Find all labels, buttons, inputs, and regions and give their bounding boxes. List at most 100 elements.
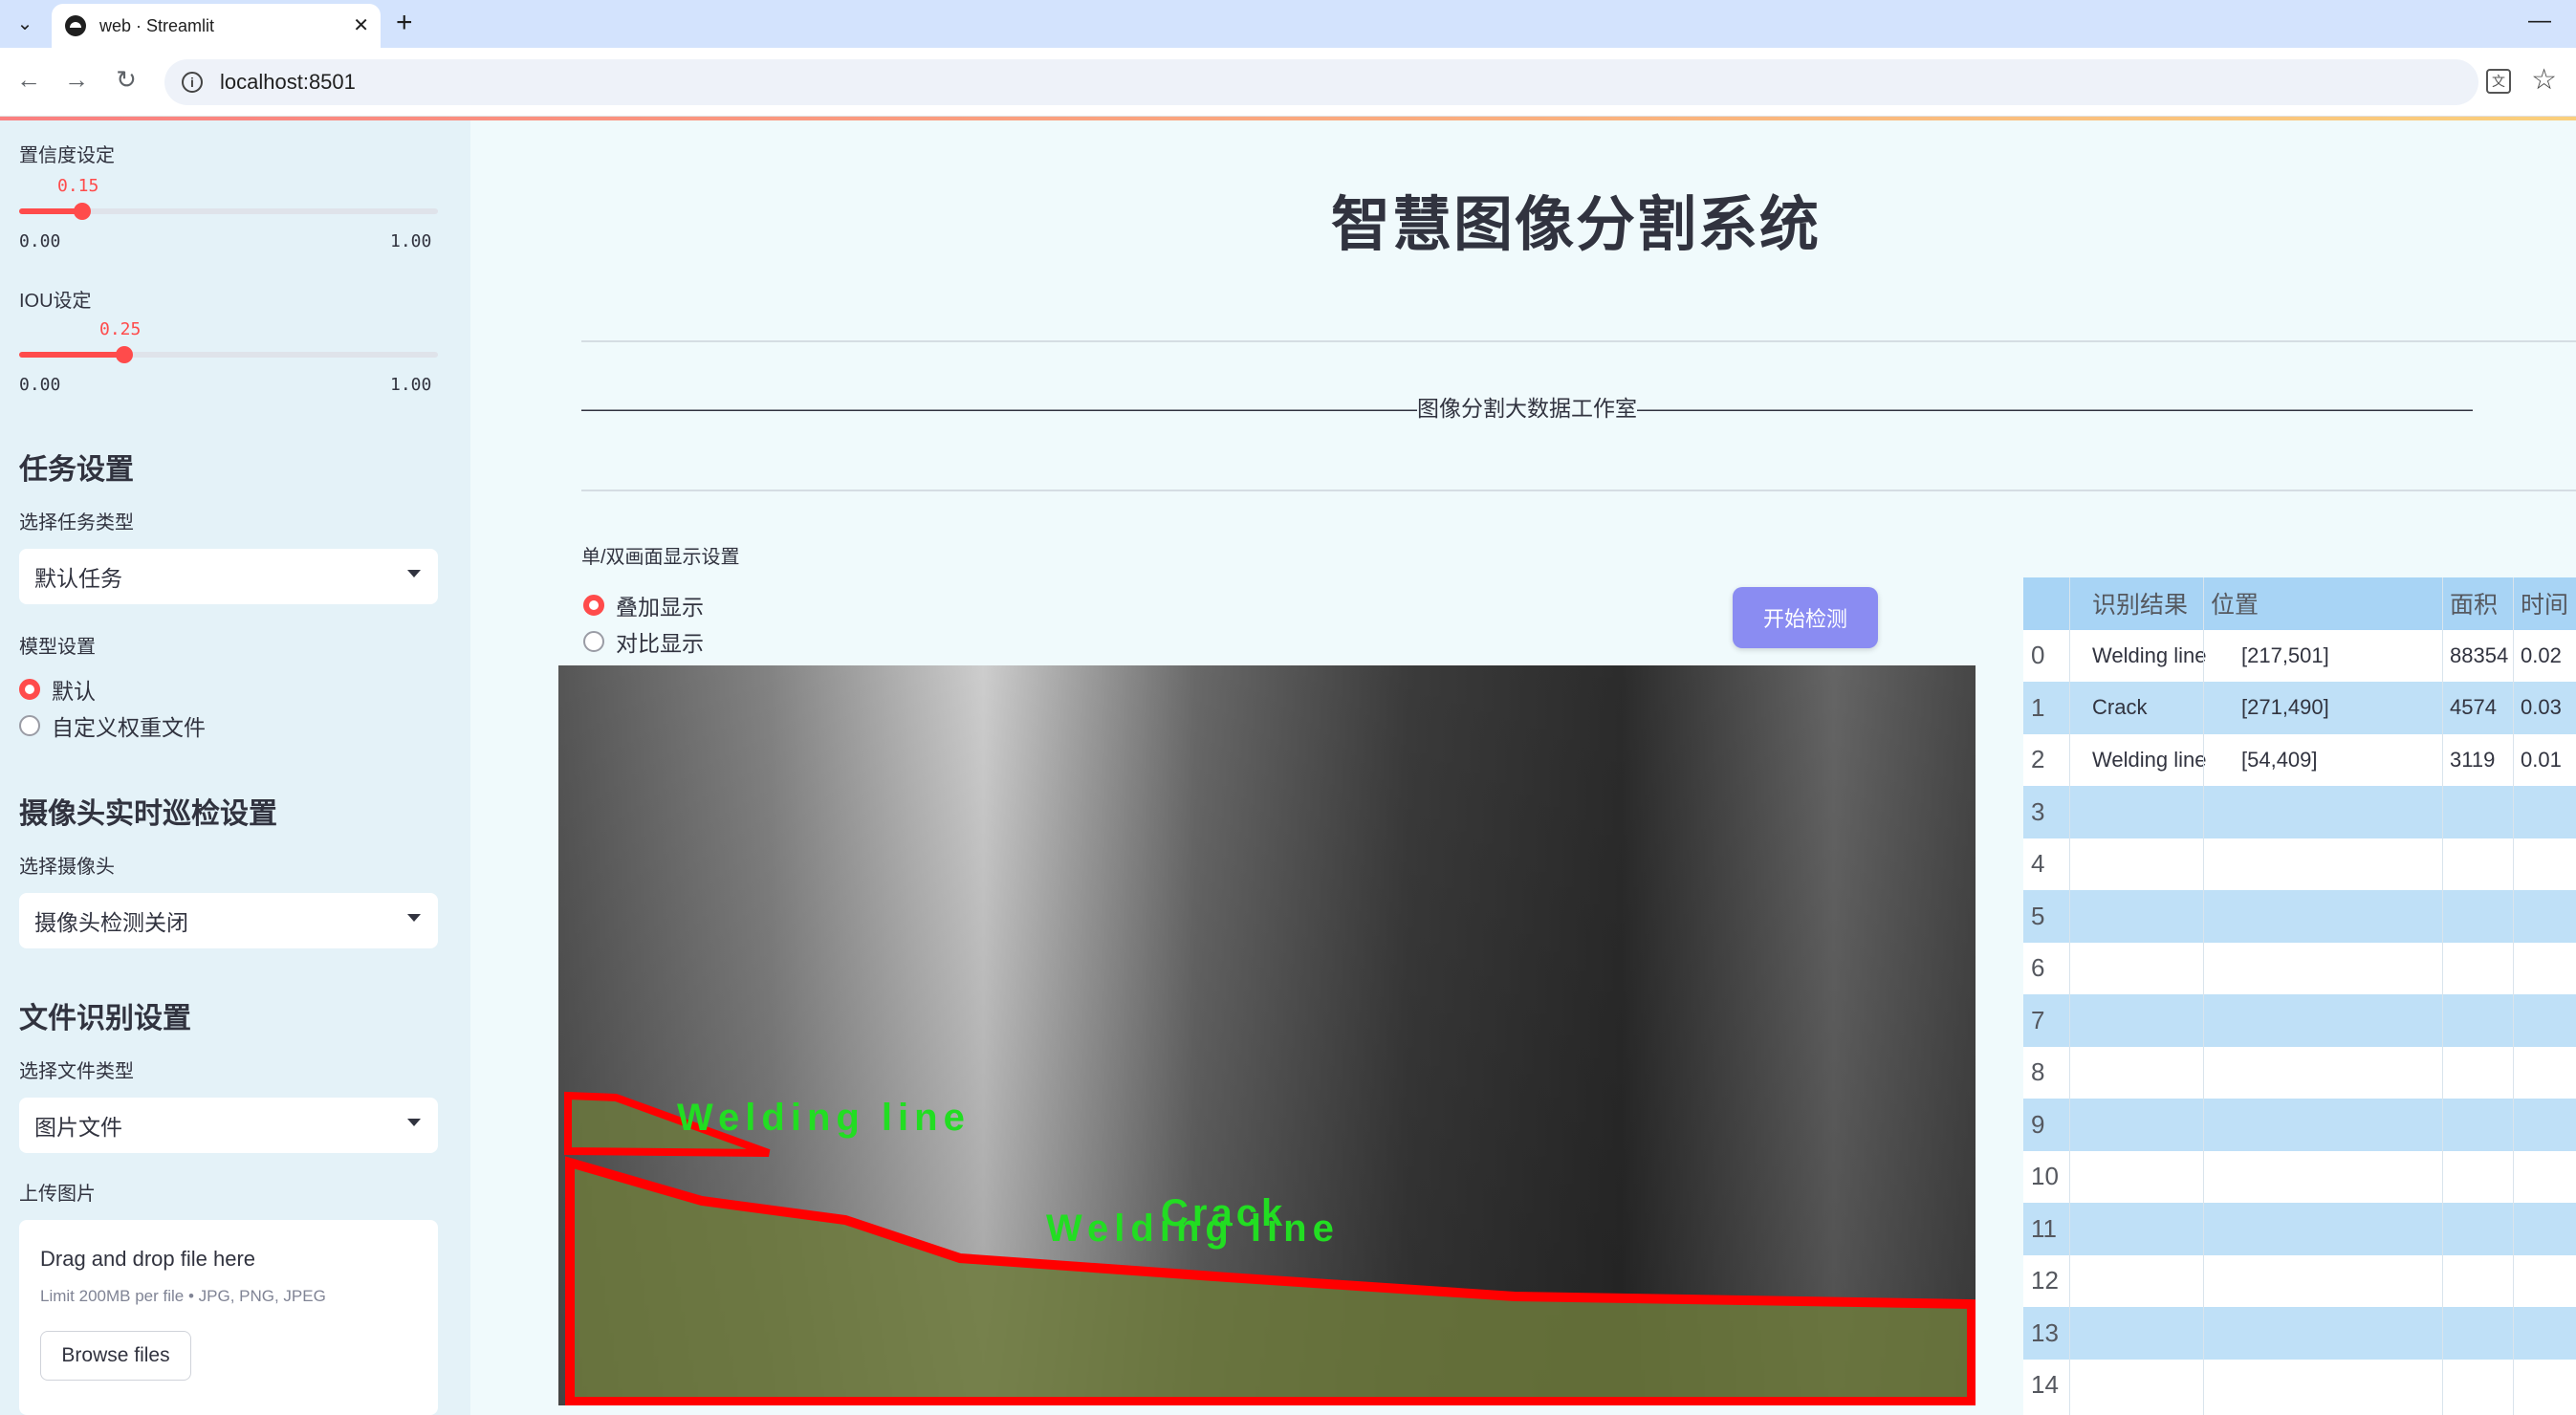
model-option-default[interactable]: 默认: [19, 673, 96, 706]
radio-unselected-icon: [19, 715, 40, 736]
cell-result: [2069, 1203, 2203, 1255]
tab-close-icon[interactable]: ✕: [353, 13, 369, 37]
cell-position: [2203, 1360, 2442, 1412]
translate-icon[interactable]: 文: [2486, 69, 2511, 94]
table-row[interactable]: 2 Welding line [54,409] 3119 0.01: [2023, 734, 2576, 787]
site-info-icon[interactable]: i: [182, 72, 203, 93]
cell-time: [2513, 1099, 2576, 1151]
page-title: 智慧图像分割系统: [1331, 192, 1822, 258]
table-row[interactable]: 7: [2023, 994, 2576, 1047]
cell-result: [2069, 1151, 2203, 1204]
cell-area: [2442, 1307, 2513, 1360]
camera-select[interactable]: 摄像头检测关闭: [19, 893, 438, 948]
new-tab-icon[interactable]: +: [396, 8, 413, 38]
table-row[interactable]: 3: [2023, 786, 2576, 838]
task-type-select[interactable]: 默认任务: [19, 549, 438, 604]
table-row[interactable]: 12: [2023, 1255, 2576, 1308]
row-index: 6: [2031, 953, 2045, 983]
cell-time: [2513, 1307, 2576, 1360]
iou-slider[interactable]: [19, 346, 438, 363]
cell-result: [2069, 994, 2203, 1047]
row-index: 2: [2031, 745, 2045, 774]
header-area[interactable]: 面积: [2442, 577, 2513, 630]
bookmark-star-icon[interactable]: ☆: [2531, 63, 2557, 97]
task-section-heading: 任务设置: [19, 454, 134, 486]
back-arrow-icon[interactable]: ←: [11, 65, 46, 95]
browse-files-button[interactable]: Browse files: [40, 1331, 191, 1381]
dropzone-title: Drag and drop file here: [40, 1247, 256, 1271]
iou-min: 0.00: [19, 375, 61, 395]
confidence-max: 1.00: [390, 231, 432, 251]
cell-area: 4574: [2450, 695, 2497, 720]
reload-icon[interactable]: ↻: [109, 65, 143, 95]
results-table[interactable]: 识别结果 位置 面积 时间 0 Welding line [217,501] 8835…: [2023, 577, 2576, 1415]
confidence-slider-thumb[interactable]: [73, 203, 91, 220]
confidence-slider[interactable]: [19, 203, 438, 220]
cell-position: [2203, 1047, 2442, 1099]
forward-arrow-icon[interactable]: →: [59, 65, 94, 95]
file-type-value: 图片文件: [34, 1115, 122, 1140]
table-row[interactable]: 5: [2023, 890, 2576, 943]
cell-result: [2069, 890, 2203, 943]
display-option-compare[interactable]: 对比显示: [583, 625, 704, 658]
url-text: localhost:8501: [220, 70, 356, 94]
table-row[interactable]: 1 Crack [271,490] 4574 0.03: [2023, 682, 2576, 734]
divider: [581, 490, 2576, 491]
row-index: 9: [2031, 1109, 2045, 1139]
sidebar: 置信度设定 0.15 0.00 1.00 IOU设定 0.25 0.00 1.0…: [0, 120, 470, 1415]
cell-position: [2203, 1151, 2442, 1204]
welding-line-label-1: Welding line: [677, 1097, 971, 1139]
cell-position: [2203, 890, 2442, 943]
file-type-select[interactable]: 图片文件: [19, 1098, 438, 1153]
cell-position: [2203, 786, 2442, 838]
header-result[interactable]: 识别结果: [2069, 577, 2203, 630]
table-row[interactable]: 4: [2023, 838, 2576, 891]
cell-area: [2442, 838, 2513, 891]
row-index: 13: [2031, 1317, 2059, 1347]
row-index: 10: [2031, 1162, 2059, 1191]
table-row[interactable]: 13: [2023, 1307, 2576, 1360]
cell-position: [2203, 1307, 2442, 1360]
radio-unselected-icon: [583, 631, 604, 652]
display-option-compare-label: 对比显示: [616, 631, 704, 656]
model-option-custom-label: 自定义权重文件: [52, 715, 206, 740]
table-row[interactable]: 10: [2023, 1151, 2576, 1204]
table-row[interactable]: 8: [2023, 1047, 2576, 1099]
iou-slider-thumb[interactable]: [115, 346, 133, 363]
header-position[interactable]: 位置: [2203, 577, 2442, 630]
header-time[interactable]: 时间: [2513, 577, 2576, 630]
row-index: 5: [2031, 901, 2045, 930]
cell-position: [2203, 1203, 2442, 1255]
cell-area: [2442, 1047, 2513, 1099]
cell-area: [2442, 1255, 2513, 1308]
browser-tab[interactable]: web · Streamlit ✕: [52, 4, 381, 48]
segmentation-canvas: Welding line Crack Welding line: [558, 665, 1976, 1405]
model-settings-label: 模型设置: [19, 637, 96, 658]
studio-banner: ——————————————————————————————————————图像…: [581, 396, 2473, 421]
row-index: 8: [2031, 1057, 2045, 1087]
cell-result: [2069, 838, 2203, 891]
cell-position: [54,409]: [2241, 747, 2318, 772]
cell-area: [2442, 1203, 2513, 1255]
start-detection-button[interactable]: 开始检测: [1733, 587, 1878, 648]
window-minimize-icon[interactable]: —: [2528, 8, 2551, 34]
table-row[interactable]: 0 Welding line [217,501] 88354 0.02: [2023, 630, 2576, 683]
url-input[interactable]: i localhost:8501: [164, 59, 2478, 105]
tab-search-chevron-icon[interactable]: ⌄: [10, 8, 40, 38]
camera-value: 摄像头检测关闭: [34, 910, 188, 935]
cell-time: [2513, 994, 2576, 1047]
table-row[interactable]: 14: [2023, 1360, 2576, 1412]
display-option-overlay[interactable]: 叠加显示: [583, 589, 704, 621]
cell-area: 88354: [2450, 642, 2509, 667]
file-dropzone[interactable]: Drag and drop file here Limit 200MB per …: [19, 1220, 438, 1415]
cell-time: [2513, 1047, 2576, 1099]
cell-time: [2513, 943, 2576, 995]
cell-area: [2442, 1360, 2513, 1412]
row-index: 4: [2031, 849, 2045, 879]
table-row[interactable]: 9: [2023, 1099, 2576, 1151]
task-type-value: 默认任务: [34, 566, 122, 591]
table-row[interactable]: 6: [2023, 943, 2576, 995]
model-option-custom[interactable]: 自定义权重文件: [19, 709, 206, 742]
welding-line-label-2: Welding line: [1046, 1208, 1340, 1250]
table-row[interactable]: 11: [2023, 1203, 2576, 1255]
